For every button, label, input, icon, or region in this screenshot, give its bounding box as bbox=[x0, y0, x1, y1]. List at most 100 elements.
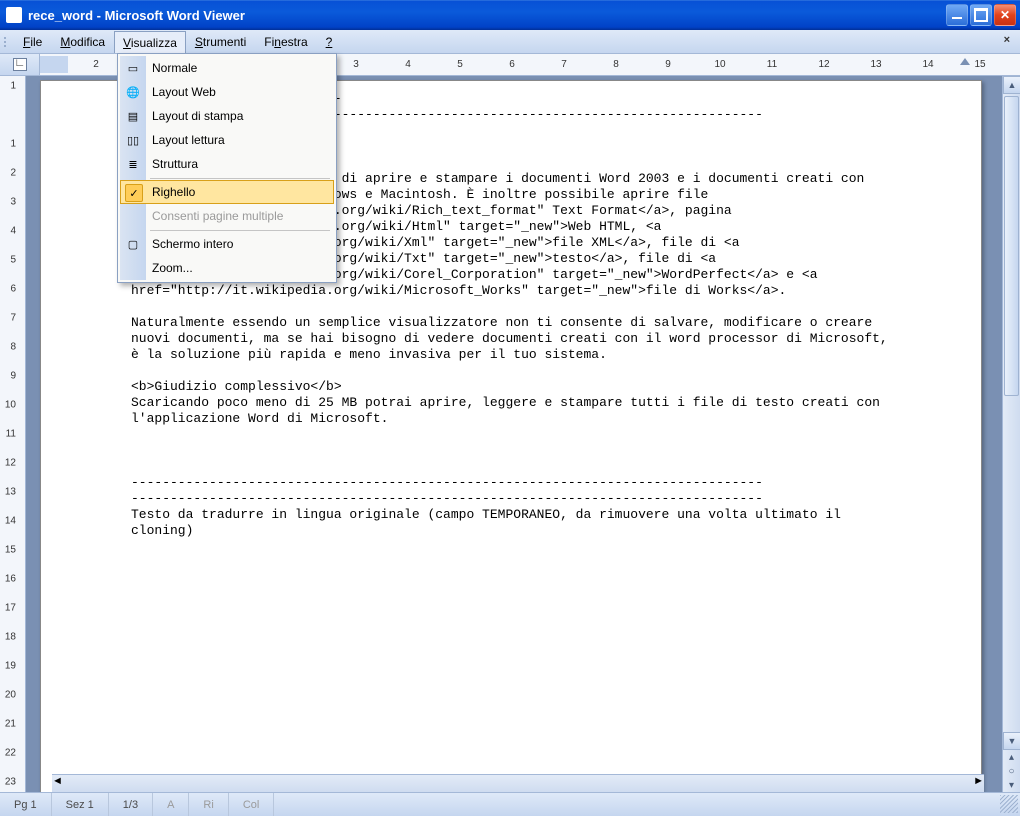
ruler-number: 7 bbox=[538, 59, 590, 70]
menu-modifica[interactable]: Modifica bbox=[51, 30, 114, 53]
scroll-down-button[interactable]: ▼ bbox=[1003, 732, 1020, 750]
resize-grip[interactable] bbox=[1000, 795, 1018, 813]
browse-object-button[interactable]: ○ bbox=[1003, 764, 1020, 778]
ruler-number: 3 bbox=[330, 59, 382, 70]
vertical-scrollbar[interactable]: ▲ ▼ ▴ ○ ▾ bbox=[1002, 76, 1020, 792]
status-col: Col bbox=[229, 793, 275, 816]
ruler-number: 22 bbox=[5, 748, 16, 759]
next-page-button[interactable]: ▾ bbox=[1003, 778, 1020, 792]
title-bar: rece_word - Microsoft Word Viewer bbox=[0, 0, 1020, 30]
ruler-number: 10 bbox=[5, 400, 16, 411]
menu-label: Layout Web bbox=[152, 85, 216, 99]
ruler-number: 1 bbox=[10, 81, 16, 92]
ruler-number: 19 bbox=[5, 661, 16, 672]
menu-struttura[interactable]: ≣ Struttura bbox=[120, 152, 334, 176]
status-bar: Pg 1 Sez 1 1/3 A Ri Col bbox=[0, 792, 1020, 816]
window-title: rece_word - Microsoft Word Viewer bbox=[28, 8, 245, 23]
menu-schermo-intero[interactable]: ▢ Schermo intero bbox=[120, 232, 334, 256]
status-line: Ri bbox=[189, 793, 228, 816]
ruler-number: 2 bbox=[70, 59, 122, 70]
menu-label: Struttura bbox=[152, 157, 198, 171]
menu-layout-stampa[interactable]: ▤ Layout di stampa bbox=[120, 104, 334, 128]
ruler-number: 2 bbox=[10, 168, 16, 179]
tab-selector[interactable] bbox=[0, 54, 40, 75]
ruler-number: 9 bbox=[642, 59, 694, 70]
menu-help[interactable]: ? bbox=[317, 30, 342, 53]
menu-label: Schermo intero bbox=[152, 237, 233, 251]
status-page: Pg 1 bbox=[0, 793, 52, 816]
scroll-right-button[interactable]: ► bbox=[973, 775, 984, 792]
ruler-number: 16 bbox=[5, 574, 16, 585]
toolbar-grip[interactable] bbox=[4, 30, 10, 53]
indent-marker-icon[interactable] bbox=[960, 58, 970, 65]
maximize-button[interactable] bbox=[970, 4, 992, 26]
ruler-number: 5 bbox=[434, 59, 486, 70]
menu-layout-web[interactable]: 🌐 Layout Web bbox=[120, 80, 334, 104]
menu-label: Normale bbox=[152, 61, 197, 75]
ruler-number: 13 bbox=[850, 59, 902, 70]
close-button[interactable] bbox=[994, 4, 1016, 26]
prev-page-button[interactable]: ▴ bbox=[1003, 750, 1020, 764]
menu-finestra[interactable]: Finestra bbox=[255, 30, 316, 53]
ruler-number: 11 bbox=[6, 429, 16, 440]
menu-label: Righello bbox=[152, 185, 195, 199]
ruler-number: 17 bbox=[5, 603, 16, 614]
scroll-up-button[interactable]: ▲ bbox=[1003, 76, 1020, 94]
ruler-number: 18 bbox=[5, 632, 16, 643]
ruler-number: 4 bbox=[382, 59, 434, 70]
menu-label: Consenti pagine multiple bbox=[152, 209, 283, 223]
ruler-number: 10 bbox=[694, 59, 746, 70]
menu-visualizza[interactable]: Visualizza bbox=[114, 31, 186, 53]
scroll-left-button[interactable]: ◄ bbox=[52, 775, 63, 792]
ruler-number: 14 bbox=[5, 516, 16, 527]
ruler-number: 23 bbox=[5, 777, 16, 788]
ruler-number: 16 bbox=[1006, 59, 1020, 70]
ruler-number: 11 bbox=[746, 59, 798, 70]
ruler-number: 14 bbox=[902, 59, 954, 70]
menu-label: Layout di stampa bbox=[152, 109, 243, 123]
status-section: Sez 1 bbox=[52, 793, 109, 816]
document-close-button[interactable]: × bbox=[994, 30, 1020, 53]
ruler-number: 3 bbox=[10, 197, 16, 208]
menu-zoom[interactable]: Zoom... bbox=[120, 256, 334, 280]
menu-layout-lettura[interactable]: ▯▯ Layout lettura bbox=[120, 128, 334, 152]
screen-icon: ▢ bbox=[124, 235, 142, 253]
ruler-number: 13 bbox=[5, 487, 16, 498]
ruler-number: 15 bbox=[5, 545, 16, 556]
book-icon: ▯▯ bbox=[124, 131, 142, 149]
check-icon: ✓ bbox=[125, 184, 143, 202]
menu-righello[interactable]: ✓ Righello bbox=[120, 180, 334, 204]
status-at: A bbox=[153, 793, 189, 816]
ruler-number: 8 bbox=[10, 342, 16, 353]
menu-normale[interactable]: ▭ Normale bbox=[120, 56, 334, 80]
vertical-ruler[interactable]: 11234567891011121314151617181920212223 bbox=[0, 76, 26, 792]
menu-label: Layout lettura bbox=[152, 133, 225, 147]
ruler-number: 20 bbox=[5, 690, 16, 701]
ruler-number: 6 bbox=[10, 284, 16, 295]
horizontal-scrollbar[interactable]: ◄ ► bbox=[52, 774, 984, 792]
scroll-thumb[interactable] bbox=[1004, 96, 1019, 396]
ruler-number: 7 bbox=[10, 313, 16, 324]
outline-icon: ≣ bbox=[124, 155, 142, 173]
ruler-number: 9 bbox=[10, 371, 16, 382]
ruler-number: 8 bbox=[590, 59, 642, 70]
page-normal-icon: ▭ bbox=[124, 59, 142, 77]
ruler-number: 5 bbox=[10, 255, 16, 266]
ruler-number: 12 bbox=[798, 59, 850, 70]
globe-icon: 🌐 bbox=[124, 83, 142, 101]
visualizza-dropdown: ▭ Normale 🌐 Layout Web ▤ Layout di stamp… bbox=[117, 53, 337, 283]
ruler-number: 6 bbox=[486, 59, 538, 70]
menu-bar: File Modifica Visualizza Strumenti Fines… bbox=[0, 30, 1020, 54]
ruler-number: 4 bbox=[10, 226, 16, 237]
ruler-number: 12 bbox=[5, 458, 16, 469]
menu-label: Zoom... bbox=[152, 261, 193, 275]
menu-strumenti[interactable]: Strumenti bbox=[186, 30, 255, 53]
app-icon bbox=[6, 7, 22, 23]
menu-pagine-multiple: Consenti pagine multiple bbox=[120, 204, 334, 228]
ruler-number: 1 bbox=[10, 139, 16, 150]
page-print-icon: ▤ bbox=[124, 107, 142, 125]
minimize-button[interactable] bbox=[946, 4, 968, 26]
menu-file[interactable]: File bbox=[14, 30, 51, 53]
status-pagecount: 1/3 bbox=[109, 793, 153, 816]
ruler-number: 21 bbox=[5, 719, 16, 730]
